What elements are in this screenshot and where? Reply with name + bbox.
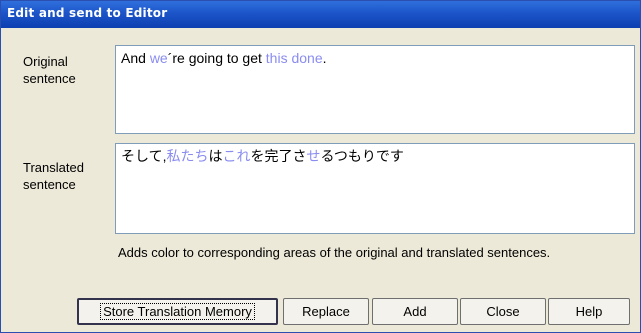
- original-sentence-field[interactable]: And we´re going to get this done.: [115, 45, 635, 134]
- original-seg-0: And: [121, 50, 150, 66]
- translated-label-line1: Translated: [23, 160, 84, 175]
- store-button-label: Store Translation Memory: [100, 303, 255, 320]
- translated-seg-0: そして,: [121, 148, 167, 164]
- store-translation-memory-button[interactable]: Store Translation Memory: [77, 298, 278, 325]
- translated-seg-1: 私たち: [166, 148, 209, 164]
- original-seg-2: ´re going to get: [167, 50, 266, 66]
- close-button[interactable]: Close: [460, 298, 546, 325]
- original-seg-3: this done: [265, 50, 323, 66]
- original-sentence-label: Original sentence: [23, 53, 76, 87]
- window-title: Edit and send to Editor: [7, 6, 168, 20]
- translated-sentence-field[interactable]: そして,私たちはこれを完了させるつもりです: [115, 143, 635, 234]
- translated-seg-4: を完了さ: [250, 148, 307, 164]
- translated-label-line2: sentence: [23, 177, 76, 192]
- translated-seg-3: これ: [222, 148, 251, 164]
- original-seg-1: we: [149, 50, 168, 66]
- translated-seg-5: せ: [306, 148, 321, 164]
- original-seg-4: .: [322, 50, 327, 66]
- translated-sentence-label: Translated sentence: [23, 159, 84, 193]
- translated-seg-2: は: [208, 148, 223, 164]
- title-bar[interactable]: Edit and send to Editor: [1, 1, 640, 28]
- help-button[interactable]: Help: [548, 298, 630, 325]
- add-button[interactable]: Add: [372, 298, 458, 325]
- hint-text: Adds color to corresponding areas of the…: [118, 245, 551, 260]
- replace-button[interactable]: Replace: [283, 298, 369, 325]
- original-label-line1: Original: [23, 54, 68, 69]
- original-label-line2: sentence: [23, 71, 76, 86]
- translated-seg-6: るつもりです: [320, 148, 404, 164]
- edit-send-dialog: Edit and send to Editor Original sentenc…: [0, 0, 641, 333]
